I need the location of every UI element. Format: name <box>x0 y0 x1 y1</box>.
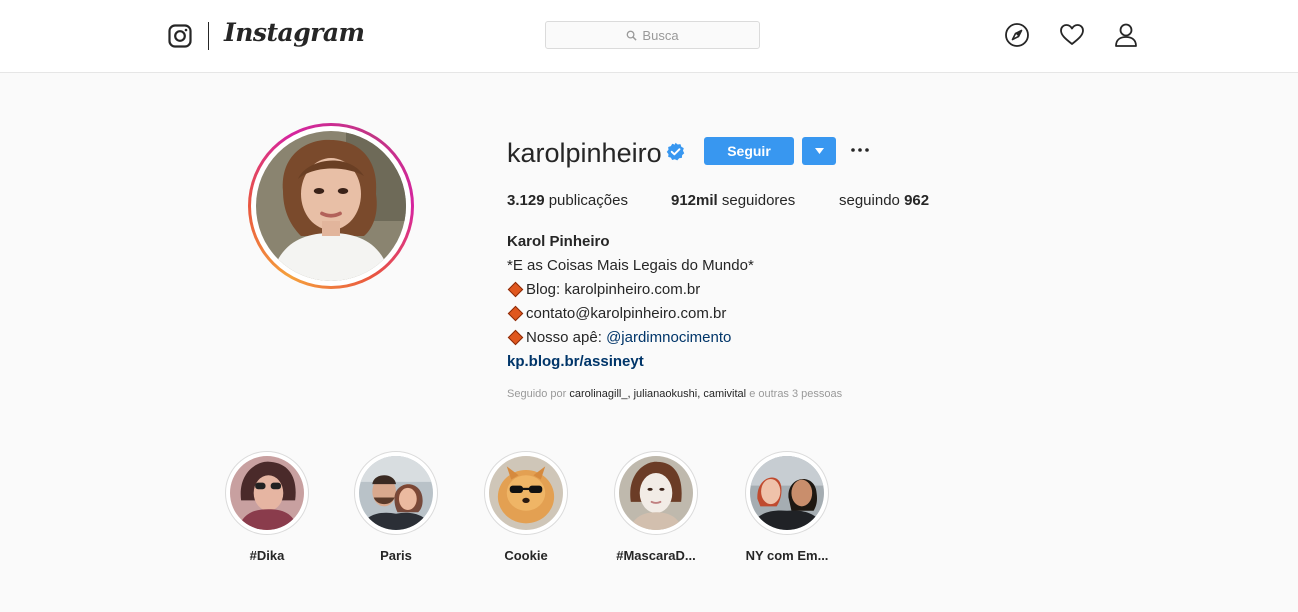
bio-contact-line: contato@karolpinheiro.com.br <box>507 304 726 324</box>
verified-badge-icon <box>666 142 685 161</box>
highlight-cover-image <box>750 456 824 530</box>
top-navigation-bar: Instagram Busca <box>0 0 1298 73</box>
orange-diamond-icon <box>507 305 524 322</box>
orange-diamond-icon <box>507 329 524 346</box>
highlight-cover-image <box>619 456 693 530</box>
bio-tagline: *E as Coisas Mais Legais do Mundo* <box>507 257 754 274</box>
followers-link[interactable]: 912mil seguidores <box>671 192 795 209</box>
search-icon <box>627 30 638 41</box>
logo-divider <box>208 22 209 50</box>
story-highlight[interactable]: Paris <box>331 451 461 563</box>
highlight-label: Paris <box>380 548 412 563</box>
highlight-cover-image <box>489 456 563 530</box>
following-link[interactable]: seguindo 962 <box>839 192 929 209</box>
bio-blog-line: Blog: karolpinheiro.com.br <box>507 280 700 300</box>
more-options-icon[interactable] <box>850 140 870 160</box>
orange-diamond-icon <box>507 281 524 298</box>
profile-photo <box>256 131 406 281</box>
posts-count: 3.129 publicações <box>507 192 628 209</box>
story-highlight[interactable]: NY com Em... <box>722 451 852 563</box>
search-input[interactable]: Busca <box>545 21 760 49</box>
profile-person-icon[interactable] <box>1113 22 1139 48</box>
follow-button[interactable]: Seguir <box>704 137 794 165</box>
highlight-label: NY com Em... <box>745 548 829 563</box>
bio-mention-link[interactable]: @jardimnocimento <box>606 329 731 346</box>
bio-external-link[interactable]: kp.blog.br/assineyt <box>507 352 644 372</box>
chevron-down-icon <box>814 148 824 154</box>
profile-username: karolpinheiro <box>507 138 662 168</box>
story-highlight[interactable]: Cookie <box>461 451 591 563</box>
activity-heart-icon[interactable] <box>1059 22 1085 48</box>
highlight-cover-image <box>359 456 433 530</box>
bio-full-name: Karol Pinheiro <box>507 233 610 250</box>
story-highlight[interactable]: #MascaraD... <box>591 451 721 563</box>
story-highlight[interactable]: #Dika <box>202 451 332 563</box>
profile-avatar[interactable] <box>248 123 414 289</box>
followed-by-text[interactable]: Seguido por carolinagill_, julianaokushi… <box>507 388 842 400</box>
suggestions-dropdown-button[interactable] <box>802 137 836 165</box>
highlight-label: #MascaraD... <box>616 548 696 563</box>
explore-compass-icon[interactable] <box>1004 22 1030 48</box>
highlight-cover-image <box>230 456 304 530</box>
instagram-logo-icon[interactable] <box>168 24 192 48</box>
instagram-wordmark[interactable]: Instagram <box>224 18 365 47</box>
highlight-label: #Dika <box>249 548 285 563</box>
bio-apartment-line: Nosso apê: @jardimnocimento <box>507 328 731 348</box>
highlight-label: Cookie <box>504 548 548 563</box>
search-placeholder: Busca <box>642 27 679 43</box>
